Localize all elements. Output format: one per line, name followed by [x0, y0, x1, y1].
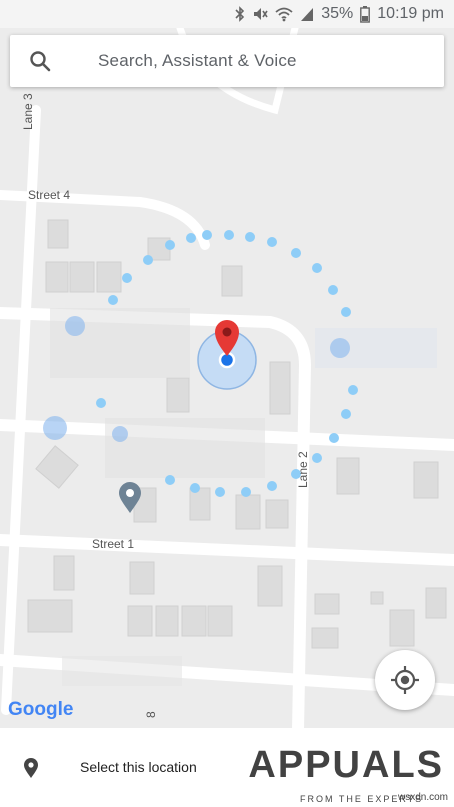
- search-bar[interactable]: Search, Assistant & Voice: [10, 35, 444, 87]
- watermark-site: wsxdn.com: [397, 792, 448, 803]
- google-logo: Google: [8, 699, 74, 720]
- clock: 10:19 pm: [377, 5, 444, 22]
- my-location-button[interactable]: [375, 650, 435, 710]
- battery-percent: 35%: [321, 5, 354, 22]
- road-label-lane3: Lane 3: [21, 93, 35, 130]
- map-canvas: [0, 28, 454, 728]
- road-label-street1: Street 1: [92, 537, 135, 551]
- crosshair-icon: [391, 666, 419, 694]
- watermark-logo: APPUALS: [248, 744, 444, 786]
- wifi-icon: [275, 7, 293, 22]
- road-label-lane2: Lane 2: [296, 451, 310, 488]
- bluetooth-icon: [235, 6, 245, 22]
- map[interactable]: Lane 3 Street 4 Lane 2 Street 1 8: [0, 28, 454, 728]
- select-this-location-button[interactable]: Select this location: [80, 759, 197, 775]
- search-input[interactable]: Search, Assistant & Voice: [98, 51, 297, 71]
- status-bar: 35% 10:19 pm: [0, 0, 454, 28]
- mute-icon: [254, 8, 268, 20]
- signal-icon: [301, 8, 314, 21]
- search-icon[interactable]: [28, 49, 52, 73]
- bottom-panel: Select this location APPUALS FROM THE EX…: [0, 728, 454, 807]
- road-label-lane8: 8: [144, 711, 158, 718]
- location-pin-icon: [24, 758, 38, 778]
- battery-icon: [360, 5, 371, 23]
- road-label-street4: Street 4: [28, 188, 71, 202]
